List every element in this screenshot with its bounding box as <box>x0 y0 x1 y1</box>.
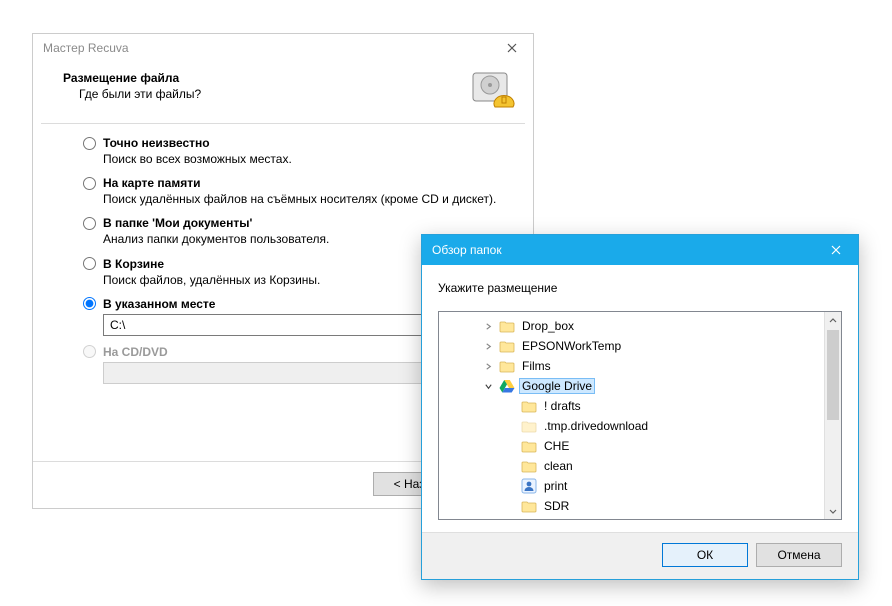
tree-node[interactable]: .tmp.drivedownload <box>445 416 824 436</box>
tree-node-label: EPSONWorkTemp <box>519 338 624 354</box>
browse-footer: ОК Отмена <box>422 532 858 579</box>
radio-unknown[interactable] <box>83 137 96 150</box>
tree-node[interactable]: Films <box>445 356 824 376</box>
browse-instruction: Укажите размещение <box>422 265 858 305</box>
tree-node[interactable]: Drop_box <box>445 316 824 336</box>
close-icon <box>507 43 517 53</box>
tree-node[interactable]: clean <box>445 456 824 476</box>
radio-specified-location[interactable] <box>83 297 96 310</box>
drive-combo <box>103 362 473 384</box>
browse-close-button[interactable] <box>813 235 858 265</box>
radio-cd-dvd <box>83 345 96 358</box>
chevron-down-icon <box>829 507 837 515</box>
user-icon <box>521 478 537 494</box>
tree-node[interactable]: print <box>445 476 824 496</box>
option-desc: Поиск во всех возможных местах. <box>103 151 523 167</box>
chevron-right-icon[interactable] <box>481 342 495 351</box>
tree-node-label: SDR <box>541 498 572 514</box>
tree-node-label: clean <box>541 458 576 474</box>
wizard-header-subtitle: Где были эти файлы? <box>63 87 201 101</box>
tree-node[interactable]: Google Drive <box>445 376 824 396</box>
tree-node-label: CHE <box>541 438 572 454</box>
radio-memory-card[interactable] <box>83 177 96 190</box>
wizard-header: Размещение файла Где были эти файлы? <box>33 61 533 123</box>
option-label: Точно неизвестно <box>103 136 210 150</box>
chevron-right-icon[interactable] <box>481 322 495 331</box>
scroll-down-button[interactable] <box>825 502 841 519</box>
option-memory-card: На карте памяти Поиск удалённых файлов н… <box>83 176 523 207</box>
ok-button[interactable]: ОК <box>662 543 748 567</box>
wizard-title: Мастер Recuva <box>43 41 129 55</box>
chevron-up-icon <box>829 317 837 325</box>
folder-icon <box>521 498 537 514</box>
tree-node-label: ! drafts <box>541 398 584 414</box>
radio-recycle-bin[interactable] <box>83 257 96 270</box>
folder-icon <box>499 358 515 374</box>
folder-icon <box>521 438 537 454</box>
cancel-button[interactable]: Отмена <box>756 543 842 567</box>
tree-node-label: print <box>541 478 570 494</box>
folder-tree[interactable]: Drop_box EPSONWorkTemp Films Google Drive ! … <box>439 312 824 519</box>
folder-icon <box>521 458 537 474</box>
folder-tree-wrap: Drop_box EPSONWorkTemp Films Google Drive ! … <box>438 311 842 520</box>
option-label: В указанном месте <box>103 297 215 311</box>
tree-scrollbar[interactable] <box>824 312 841 519</box>
tree-node-label: Films <box>519 358 554 374</box>
scroll-up-button[interactable] <box>825 312 841 329</box>
option-label: В Корзине <box>103 257 164 271</box>
folder-icon <box>499 338 515 354</box>
folder-icon <box>499 318 515 334</box>
option-label: На CD/DVD <box>103 345 168 359</box>
option-label: На карте памяти <box>103 176 200 190</box>
tree-node[interactable]: SDR <box>445 496 824 516</box>
wizard-header-title: Размещение файла <box>63 71 201 85</box>
tree-node[interactable]: EPSONWorkTemp <box>445 336 824 356</box>
radio-my-documents[interactable] <box>83 217 96 230</box>
folder-icon <box>521 418 537 434</box>
folder-icon <box>521 398 537 414</box>
option-label: В папке 'Мои документы' <box>103 216 252 230</box>
browse-titlebar[interactable]: Обзор папок <box>422 235 858 265</box>
tree-node-label: Google Drive <box>519 378 595 394</box>
browse-title: Обзор папок <box>432 243 502 257</box>
chevron-down-icon[interactable] <box>481 382 495 391</box>
tree-node-label: .tmp.drivedownload <box>541 418 651 434</box>
wizard-close-button[interactable] <box>499 38 525 58</box>
tree-node[interactable]: ! drafts <box>445 396 824 416</box>
close-icon <box>831 245 841 255</box>
tree-node-label: Drop_box <box>519 318 577 334</box>
hard-drive-icon <box>469 71 515 111</box>
option-desc: Поиск удалённых файлов на съёмных носите… <box>103 191 523 207</box>
tree-node[interactable]: CHE <box>445 436 824 456</box>
google-drive-icon <box>499 378 515 394</box>
scroll-thumb[interactable] <box>827 330 839 420</box>
browse-folders-dialog: Обзор папок Укажите размещение Drop_box E… <box>421 234 859 580</box>
chevron-right-icon[interactable] <box>481 362 495 371</box>
wizard-titlebar[interactable]: Мастер Recuva <box>33 34 533 61</box>
option-unknown: Точно неизвестно Поиск во всех возможных… <box>83 136 523 167</box>
